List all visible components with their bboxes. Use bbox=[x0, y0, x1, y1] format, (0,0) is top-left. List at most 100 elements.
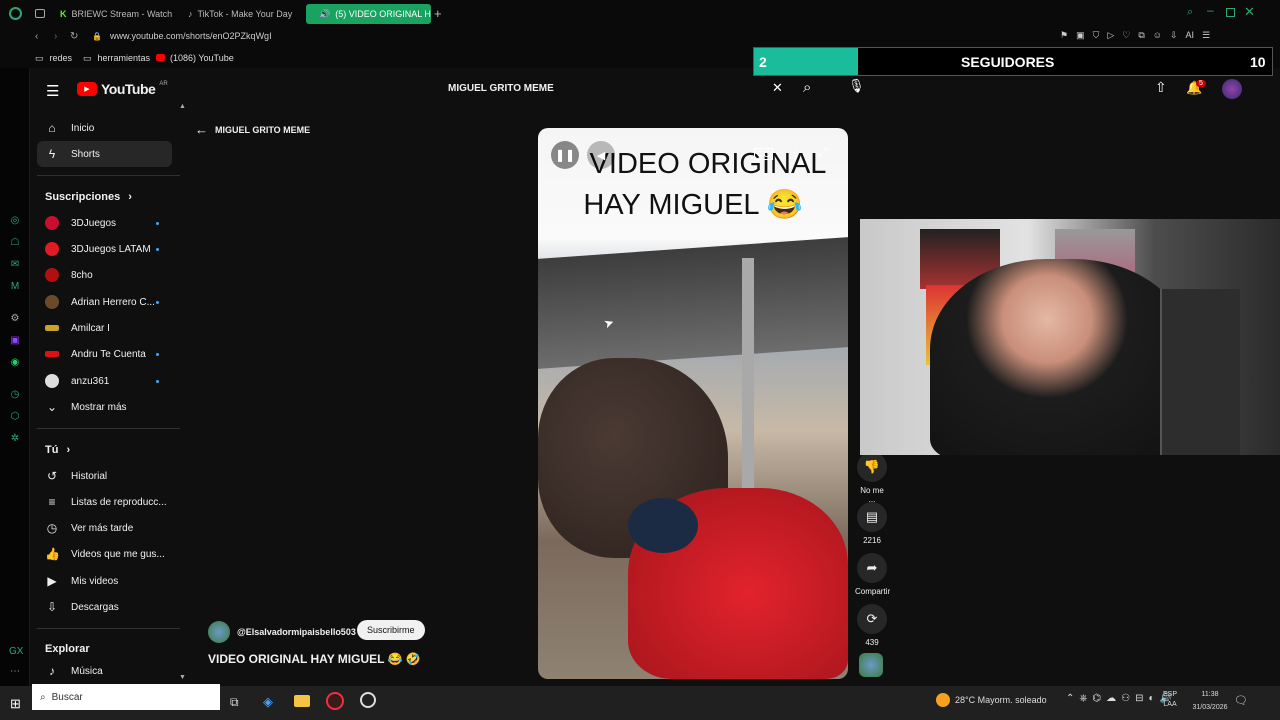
dislike-button[interactable]: 👎 No me ... bbox=[856, 452, 888, 504]
sidebar-item-music[interactable]: ♪ Música bbox=[37, 658, 172, 684]
clock[interactable]: 11:38 31/03/2026 bbox=[1185, 688, 1235, 714]
comment-icon: ▤ bbox=[857, 502, 887, 532]
tab-tiktok[interactable]: ♪ TikTok - Make Your Day bbox=[180, 4, 302, 24]
clear-search-icon[interactable]: ✕ bbox=[772, 80, 783, 96]
sidebar-item-anzu361[interactable]: anzu361 bbox=[37, 368, 172, 394]
captions-icon[interactable]: CC bbox=[754, 148, 773, 160]
menu-icon[interactable]: ☰ bbox=[1202, 30, 1210, 41]
kick-icon: K bbox=[60, 9, 67, 19]
sidebar-item-3djuegos[interactable]: 3DJuegos bbox=[37, 210, 172, 236]
more-icon[interactable]: ⋯ bbox=[9, 666, 21, 678]
minimize-button[interactable]: – bbox=[1207, 3, 1214, 17]
back-icon[interactable]: ‹ bbox=[35, 31, 38, 42]
settings-icon[interactable]: ⚙ bbox=[9, 313, 21, 325]
share-button[interactable]: ➦ Compartir bbox=[855, 553, 890, 596]
windows-start-icon[interactable]: ⊞ bbox=[10, 696, 21, 712]
sidebar-scroll-down-icon[interactable]: ▼ bbox=[179, 674, 186, 681]
weather-text[interactable]: 28°C Mayorm. soleado bbox=[955, 695, 1047, 705]
aria-icon[interactable]: ☖ bbox=[9, 237, 21, 249]
url-field[interactable]: www.youtube.com/shorts/enO2PZkqWgI bbox=[110, 31, 272, 41]
language-indicator[interactable]: ESP LAA bbox=[1163, 690, 1177, 710]
extension-icon[interactable]: M bbox=[9, 281, 21, 293]
twitch-icon[interactable]: ▣ bbox=[9, 335, 21, 347]
youtube-logo[interactable]: ▶ YouTube AR bbox=[77, 81, 168, 97]
sidebar-item-8cho[interactable]: 8cho bbox=[37, 262, 172, 288]
taskbar-search-input[interactable]: ⌕ Buscar bbox=[32, 684, 220, 710]
channel-handle[interactable]: @Elsalvadormipaisbello503 bbox=[237, 627, 356, 637]
sidebar-item-historial[interactable]: ↺ Historial bbox=[37, 463, 172, 489]
sidebar-item-watch-later[interactable]: ◷ Ver más tarde bbox=[37, 515, 172, 541]
back-to-search-button[interactable]: ← MIGUEL GRITO MEME bbox=[195, 122, 310, 137]
more-options-icon[interactable]: ⋮ bbox=[789, 145, 801, 159]
chevron-down-icon: ⌄ bbox=[46, 400, 58, 414]
forward-icon[interactable]: › bbox=[54, 31, 57, 42]
task-view-icon[interactable]: ⧉ bbox=[230, 695, 239, 710]
sidebar-item-adrian-herrero[interactable]: Adrian Herrero C... bbox=[37, 289, 172, 315]
search-icon[interactable]: ⌕ bbox=[803, 79, 811, 96]
file-explorer-icon[interactable] bbox=[294, 695, 310, 707]
tab-youtube-active[interactable]: 🔊 (5) VIDEO ORIGINAL H bbox=[306, 4, 431, 24]
show-more-button[interactable]: ⌄ Mostrar más bbox=[37, 394, 172, 420]
account-avatar[interactable] bbox=[1222, 79, 1242, 99]
opera-logo-icon[interactable] bbox=[9, 7, 22, 20]
close-window-button[interactable]: ✕ bbox=[1244, 4, 1255, 20]
gx-icon[interactable]: GX bbox=[9, 646, 23, 658]
download-toolbar-icon[interactable]: ⇩ bbox=[1170, 30, 1178, 41]
sidebar-item-playlists[interactable]: ≡ Listas de reproducc... bbox=[37, 489, 172, 515]
upload-icon[interactable]: ⇧ bbox=[1155, 79, 1167, 96]
fullscreen-icon[interactable]: ⤢ bbox=[818, 145, 828, 160]
snapshot-icon[interactable]: ▣ bbox=[1076, 30, 1085, 41]
copilot-icon[interactable]: ◈ bbox=[263, 694, 273, 710]
system-tray[interactable]: ⌃⎈⌬☁⚇⊟◐🔊 bbox=[1066, 693, 1177, 704]
new-tab-button[interactable]: + bbox=[434, 6, 442, 21]
maximize-button[interactable] bbox=[1226, 8, 1235, 17]
bookmark-redes[interactable]: ▭ redes bbox=[35, 53, 72, 64]
extensions-icon[interactable]: ⧉ bbox=[1138, 30, 1144, 41]
notification-center-icon[interactable]: 🗨 bbox=[1234, 694, 1248, 707]
search-input[interactable]: MIGUEL GRITO MEME bbox=[438, 76, 794, 100]
messenger-icon[interactable]: ✉ bbox=[9, 259, 21, 271]
play-icon[interactable]: ▷ bbox=[1107, 30, 1114, 41]
hamburger-menu-icon[interactable]: ☰ bbox=[46, 82, 59, 100]
volume-button[interactable]: ◀ bbox=[587, 141, 615, 169]
obs-taskbar-icon[interactable] bbox=[360, 692, 376, 708]
opera-gx-taskbar-icon[interactable] bbox=[326, 692, 344, 710]
channel-avatar bbox=[45, 216, 59, 230]
sidebar-item-amilcar[interactable]: Amilcar I bbox=[37, 315, 172, 341]
youtube-logo-icon: ▶ bbox=[77, 82, 97, 96]
gear-side-icon[interactable]: ✲ bbox=[9, 433, 21, 445]
subscriptions-heading[interactable]: Suscripciones › bbox=[45, 191, 132, 203]
tab-briewc[interactable]: K BRIEWC Stream - Watch L bbox=[52, 4, 174, 24]
sidebar-item-inicio[interactable]: ⌂ Inicio bbox=[37, 115, 172, 141]
sidebar-item-andru[interactable]: Andru Te Cuenta bbox=[37, 341, 172, 367]
sidebar-item-3djuegos-latam[interactable]: 3DJuegos LATAM bbox=[37, 236, 172, 262]
mic-icon[interactable]: 🎙 bbox=[848, 78, 865, 94]
short-video-player[interactable]: VIDEO ORIGINAL HAY MIGUEL 😂 ❚❚ ◀ CC ⋮ ⤢ bbox=[538, 128, 848, 679]
you-heading[interactable]: Tú › bbox=[45, 444, 70, 456]
sidebar-scroll-up-icon[interactable]: ▲ bbox=[179, 103, 186, 110]
sidebar-item-liked-videos[interactable]: 👍 Videos que me gus... bbox=[37, 541, 172, 567]
bookmark-herramientas[interactable]: ▭ herramientas bbox=[83, 53, 150, 64]
profile-icon[interactable]: ☺ bbox=[1153, 30, 1162, 41]
workspace-icon[interactable] bbox=[35, 9, 45, 18]
sidebar-item-shorts[interactable]: ϟ Shorts bbox=[37, 141, 172, 167]
comments-button[interactable]: ▤ 2216 bbox=[856, 502, 888, 545]
reload-icon[interactable]: ↻ bbox=[70, 31, 78, 42]
cube-icon[interactable]: ⬡ bbox=[9, 411, 21, 423]
subscribe-button[interactable]: Suscribirme bbox=[357, 620, 425, 640]
sound-avatar[interactable] bbox=[859, 653, 883, 677]
heart-icon[interactable]: ♡ bbox=[1122, 30, 1130, 41]
bookmark-youtube[interactable]: (1086) YouTube bbox=[156, 53, 234, 63]
ai-button[interactable]: AI bbox=[1186, 30, 1195, 41]
sidebar-item-downloads[interactable]: ⇩ Descargas bbox=[37, 594, 172, 620]
remix-button[interactable]: ⟳ 439 bbox=[856, 604, 888, 647]
shield-icon[interactable]: ⛉ bbox=[1093, 30, 1100, 41]
whatsapp-icon[interactable]: ◉ bbox=[9, 357, 21, 369]
sidebar-item-my-videos[interactable]: ▶ Mis videos bbox=[37, 568, 172, 594]
search-tabs-icon[interactable]: ⌕ bbox=[1187, 6, 1193, 19]
channel-avatar[interactable] bbox=[208, 621, 230, 643]
chatgpt-icon[interactable]: ◎ bbox=[9, 215, 21, 227]
pause-button[interactable]: ❚❚ bbox=[551, 141, 579, 169]
bookmark-icon[interactable]: ⚑ bbox=[1060, 30, 1068, 41]
history-side-icon[interactable]: ◷ bbox=[9, 389, 21, 401]
